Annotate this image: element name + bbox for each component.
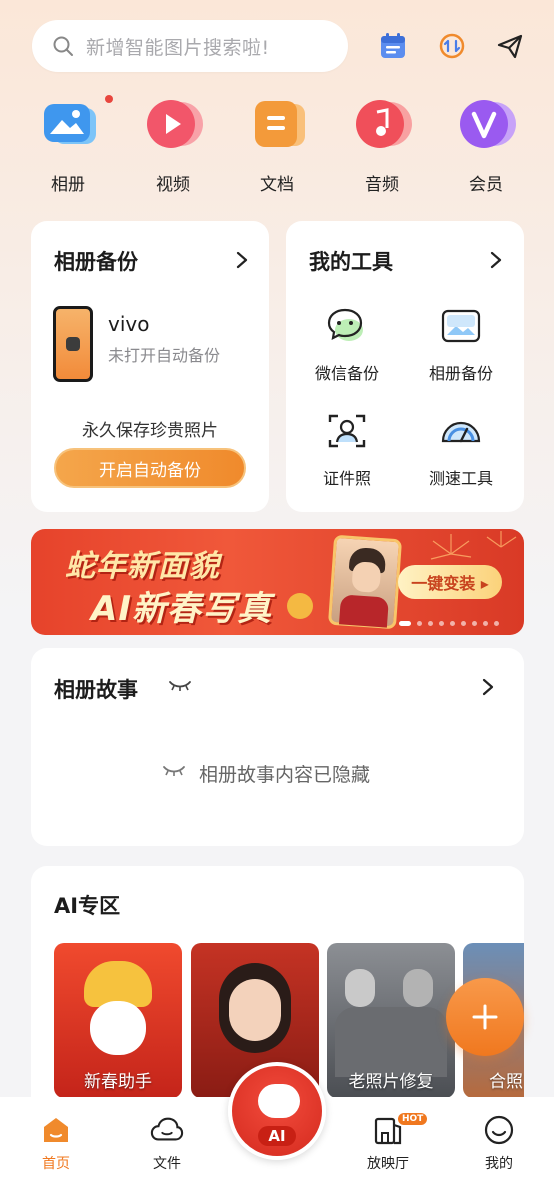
category-label: 文档 bbox=[260, 175, 294, 195]
plus-icon bbox=[472, 1004, 498, 1030]
transfer-icon[interactable] bbox=[436, 30, 468, 62]
portrait-photo bbox=[327, 534, 403, 630]
nav-label: 首页 bbox=[42, 1156, 70, 1172]
ai-card-caption: 新春助手 bbox=[84, 1072, 152, 1092]
ai-card-caption: 合照 bbox=[489, 1072, 523, 1092]
cloud-icon bbox=[150, 1113, 184, 1147]
backup-status: 未打开自动备份 bbox=[108, 346, 221, 365]
hot-badge: HOT bbox=[398, 1113, 428, 1125]
backup-slogan: 永久保存珍贵照片 bbox=[82, 421, 218, 441]
search-placeholder: 新增智能图片搜索啦! bbox=[86, 36, 270, 59]
ai-label: AI bbox=[258, 1126, 296, 1146]
vip-v-icon bbox=[454, 98, 518, 150]
chevron-right-icon[interactable] bbox=[478, 677, 498, 697]
category-vip[interactable]: 会员 bbox=[446, 98, 526, 195]
music-note-icon bbox=[350, 98, 414, 150]
nav-home[interactable]: 首页 bbox=[16, 1113, 96, 1173]
video-play-icon bbox=[141, 98, 205, 150]
nav-mine[interactable]: 我的 bbox=[459, 1113, 539, 1173]
ai-mascot-icon bbox=[258, 1084, 300, 1118]
tool-label: 证件照 bbox=[322, 469, 371, 488]
document-icon bbox=[245, 98, 309, 150]
notification-dot bbox=[105, 95, 113, 103]
search-bar[interactable]: 新增智能图片搜索啦! bbox=[32, 20, 348, 72]
send-icon[interactable] bbox=[494, 30, 526, 62]
chevron-right-icon[interactable] bbox=[232, 250, 252, 270]
tool-label: 相册备份 bbox=[428, 364, 493, 383]
chevron-right-icon[interactable] bbox=[486, 250, 506, 270]
category-album[interactable]: 相册 bbox=[28, 98, 108, 195]
ai-zone-title: AI专区 bbox=[54, 894, 121, 918]
carousel-indicator bbox=[399, 621, 499, 626]
home-icon bbox=[39, 1113, 73, 1147]
snake-mascot-icon bbox=[287, 593, 313, 619]
promo-banner[interactable]: 蛇年新面貌 AI新春写真 一键变装 ▸ bbox=[31, 529, 524, 635]
category-audio[interactable]: 音频 bbox=[342, 98, 422, 195]
add-fab-button[interactable] bbox=[446, 978, 524, 1056]
tool-label: 微信备份 bbox=[314, 364, 379, 383]
story-hidden-text: 相册故事内容已隐藏 bbox=[199, 764, 371, 786]
ai-card-new-year-assistant[interactable]: 新春助手 bbox=[54, 943, 182, 1098]
nav-label: 我的 bbox=[485, 1156, 513, 1172]
tool-gallery-backup[interactable]: 相册备份 bbox=[406, 304, 516, 384]
device-name: vivo bbox=[108, 312, 150, 336]
nav-files[interactable]: 文件 bbox=[127, 1113, 207, 1173]
gallery-backup-icon bbox=[439, 304, 483, 348]
id-photo-icon bbox=[325, 409, 369, 453]
phone-device-icon bbox=[53, 306, 93, 382]
category-label: 相册 bbox=[51, 175, 85, 195]
eye-closed-icon[interactable] bbox=[168, 679, 192, 693]
enable-auto-backup-button[interactable]: 开启自动备份 bbox=[54, 448, 246, 488]
banner-title-line2: AI新春写真 bbox=[91, 589, 272, 629]
nav-label: 文件 bbox=[153, 1156, 181, 1172]
eye-closed-icon bbox=[163, 766, 185, 776]
tool-wechat-backup[interactable]: 微信备份 bbox=[292, 304, 402, 384]
speedometer-icon bbox=[439, 409, 483, 453]
category-document[interactable]: 文档 bbox=[237, 98, 317, 195]
search-icon bbox=[53, 36, 73, 56]
category-video[interactable]: 视频 bbox=[133, 98, 213, 195]
tool-id-photo[interactable]: 证件照 bbox=[292, 409, 402, 489]
story-card-title: 相册故事 bbox=[54, 678, 138, 702]
profile-smile-icon bbox=[482, 1113, 516, 1147]
tool-label: 测速工具 bbox=[428, 469, 493, 488]
ai-center-button[interactable]: AI bbox=[228, 1062, 326, 1160]
one-click-costume-button[interactable]: 一键变装 ▸ bbox=[398, 565, 502, 599]
backup-card-title: 相册备份 bbox=[54, 250, 138, 274]
banner-title-line1: 蛇年新面貌 bbox=[65, 549, 220, 584]
tools-card-title: 我的工具 bbox=[309, 250, 393, 274]
category-label: 音频 bbox=[365, 175, 399, 195]
ai-card-old-photo-restore[interactable]: 老照片修复 bbox=[327, 943, 455, 1098]
ai-card-caption: 老照片修复 bbox=[348, 1072, 434, 1092]
wechat-icon bbox=[325, 304, 369, 348]
photo-album-icon bbox=[36, 98, 100, 150]
nav-label: 放映厅 bbox=[367, 1156, 409, 1172]
category-label: 会员 bbox=[469, 175, 503, 195]
category-label: 视频 bbox=[156, 175, 190, 195]
tool-speed-test[interactable]: 测速工具 bbox=[406, 409, 516, 489]
calendar-icon[interactable] bbox=[377, 30, 409, 62]
